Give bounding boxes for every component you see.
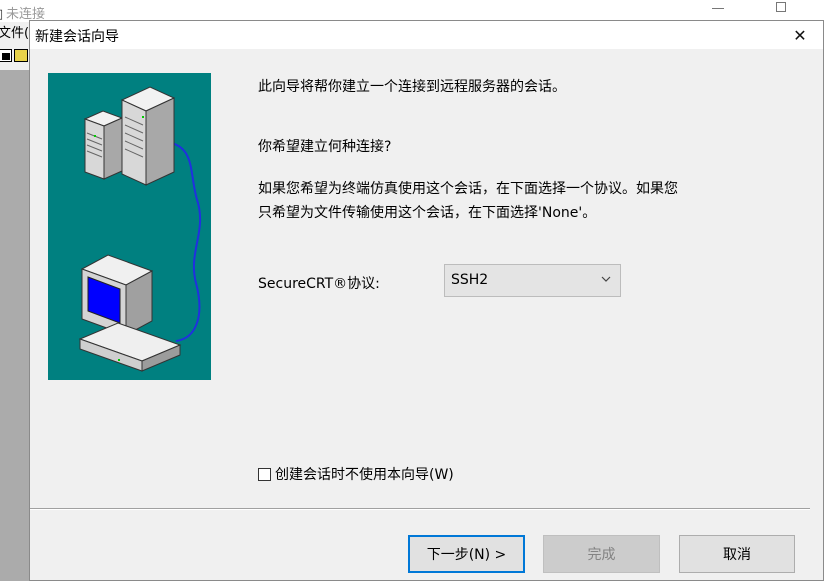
main-window-titlebar: ▯未连接 [0, 0, 824, 22]
chevron-down-icon [601, 276, 611, 282]
wizard-description-line2: 只希望为文件传输使用这个会话，在下面选择'None'。 [258, 205, 597, 221]
no-wizard-checkbox[interactable] [258, 467, 271, 481]
minimize-icon[interactable] [712, 8, 724, 9]
no-wizard-label[interactable]: 创建会话时不使用本向导(W) [275, 464, 454, 484]
new-session-wizard-dialog: 新建会话向导 ✕ 此向导将帮你建立一个连接到远程服务器的会话。 你希望建立何种连… [29, 20, 824, 581]
computer-icon [78, 254, 182, 372]
menu-file[interactable]: 文件( [0, 22, 29, 41]
protocol-selected-value: SSH2 [451, 272, 489, 288]
cancel-button[interactable]: 取消 [679, 535, 795, 573]
finish-button[interactable]: 完成 [543, 535, 660, 573]
server-icon [120, 86, 176, 186]
button-separator [30, 508, 810, 510]
wizard-intro-text: 此向导将帮你建立一个连接到远程服务器的会话。 [258, 79, 566, 95]
protocol-label: SecureCRT®协议: [258, 276, 380, 292]
connect-icon[interactable] [0, 49, 12, 62]
wizard-description-line1: 如果您希望为终端仿真使用这个会话，在下面选择一个协议。如果您 [258, 181, 678, 197]
main-toolbar [0, 48, 30, 63]
wizard-illustration [48, 73, 211, 380]
maximize-icon[interactable] [776, 2, 786, 12]
no-wizard-option[interactable]: 创建会话时不使用本向导(W) [258, 464, 454, 484]
protocol-select[interactable]: SSH2 [444, 264, 621, 297]
next-button[interactable]: 下一步(N) > [408, 535, 525, 573]
wizard-question-text: 你希望建立何种连接? [258, 139, 392, 155]
quick-connect-icon[interactable] [14, 49, 28, 62]
dialog-title: 新建会话向导 [35, 29, 119, 45]
close-icon[interactable]: ✕ [777, 21, 823, 49]
dialog-titlebar: 新建会话向导 ✕ [30, 21, 823, 49]
server-icon [83, 110, 124, 180]
